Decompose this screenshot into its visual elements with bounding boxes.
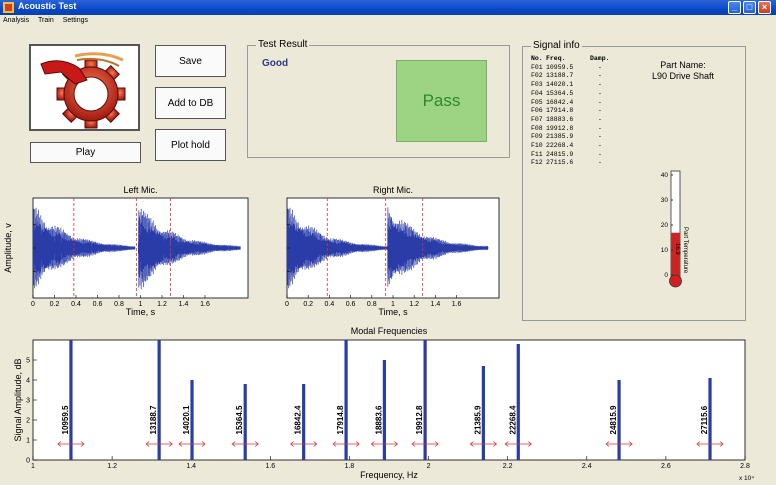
- frequency-data-label: 22268.4: [508, 405, 517, 434]
- x-axis-label: Frequency, Hz: [360, 470, 418, 480]
- mic-plot-0: 0 0.2 0.4 0.6 0.8 1 1.2 1.4 1.6Left Mic.Time, sA…: [3, 185, 249, 317]
- x-tick-label: 0.6: [346, 301, 356, 308]
- x-tick-label: 1.2: [409, 301, 419, 308]
- frequency-data-label: 15364.5: [235, 405, 244, 434]
- frequency-bar: [344, 340, 348, 460]
- frequency-data-label: 27115.6: [700, 405, 709, 434]
- x-tick-label: 0: [31, 301, 35, 308]
- frequency-data-label: 14020.1: [182, 405, 191, 434]
- plot-area: [32, 339, 746, 461]
- x-tick-label: 0.4: [325, 301, 335, 308]
- x-tick-label: 2.2: [503, 463, 513, 470]
- x-tick-label: 1.6: [265, 463, 275, 470]
- x-tick-label: 1.8: [345, 463, 355, 470]
- y-axis-label: Amplitude, v: [3, 223, 13, 273]
- plot-title: Left Mic.: [123, 185, 157, 195]
- x-tick-label: 1.4: [179, 301, 189, 308]
- y-tick-label: 1: [26, 438, 30, 445]
- x-axis-multiplier: x 10⁴: [739, 475, 754, 482]
- frequency-data-label: 19912.8: [415, 405, 424, 434]
- mic-plot-1: 0 0.2 0.4 0.6 0.8 1 1.2 1.4 1.6Right Mic.Time, s: [285, 185, 500, 317]
- x-axis-label: Time, s: [378, 307, 408, 317]
- frequency-data-label: 17914.8: [336, 405, 345, 434]
- frequency-bar: [516, 344, 520, 460]
- frequency-data-label: 24815.9: [609, 405, 618, 434]
- y-axis-label: Signal Amplitude, dB: [13, 358, 23, 441]
- frequency-data-label: 10959.5: [61, 405, 70, 434]
- y-tick-label: 5: [26, 358, 30, 365]
- y-tick-label: 0: [26, 458, 30, 465]
- y-tick-label: 3: [26, 398, 30, 405]
- plot-title: Right Mic.: [373, 185, 413, 195]
- y-tick-label: 2: [26, 418, 30, 425]
- modal-frequency-chart: 0123451 1.2 1.4 1.6 1.8 2 2.2 2.4 2.6 2.810959.5 1…: [13, 326, 754, 482]
- y-tick-label: 4: [26, 378, 30, 385]
- x-axis-label: Time, s: [126, 307, 156, 317]
- x-tick-label: 0.6: [93, 301, 103, 308]
- x-tick-label: 2.8: [740, 463, 750, 470]
- frequency-bar: [423, 340, 427, 460]
- frequency-bar: [157, 340, 161, 460]
- x-tick-label: 2: [427, 463, 431, 470]
- x-tick-label: 0.8: [367, 301, 377, 308]
- x-tick-label: 1.6: [452, 301, 462, 308]
- plot-title: Modal Frequencies: [351, 326, 428, 336]
- x-tick-label: 2.6: [661, 463, 671, 470]
- x-tick-label: 1: [31, 463, 35, 470]
- x-tick-label: 1.2: [107, 463, 117, 470]
- frequency-bar: [69, 340, 73, 460]
- x-tick-label: 0.2: [50, 301, 60, 308]
- frequency-data-label: 13188.7: [149, 405, 158, 434]
- x-tick-label: 1.6: [200, 301, 210, 308]
- x-tick-label: 2.4: [582, 463, 592, 470]
- app-window: Acoustic Test _ □ × Analysis Train Setti…: [0, 0, 776, 485]
- frequency-data-label: 16842.4: [294, 405, 303, 434]
- x-tick-label: 1.4: [186, 463, 196, 470]
- x-tick-label: 1.4: [431, 301, 441, 308]
- x-tick-label: 0.2: [303, 301, 313, 308]
- plots-layer: 0 0.2 0.4 0.6 0.8 1 1.2 1.4 1.6 Left Mic. Time, s A…: [3, 185, 754, 482]
- x-tick-label: 0.8: [114, 301, 124, 308]
- frequency-data-label: 21385.9: [473, 405, 482, 434]
- x-tick-label: 0: [285, 301, 289, 308]
- x-tick-label: 1.2: [157, 301, 167, 308]
- x-tick-label: 0.4: [71, 301, 81, 308]
- frequency-data-label: 18883.6: [374, 405, 383, 434]
